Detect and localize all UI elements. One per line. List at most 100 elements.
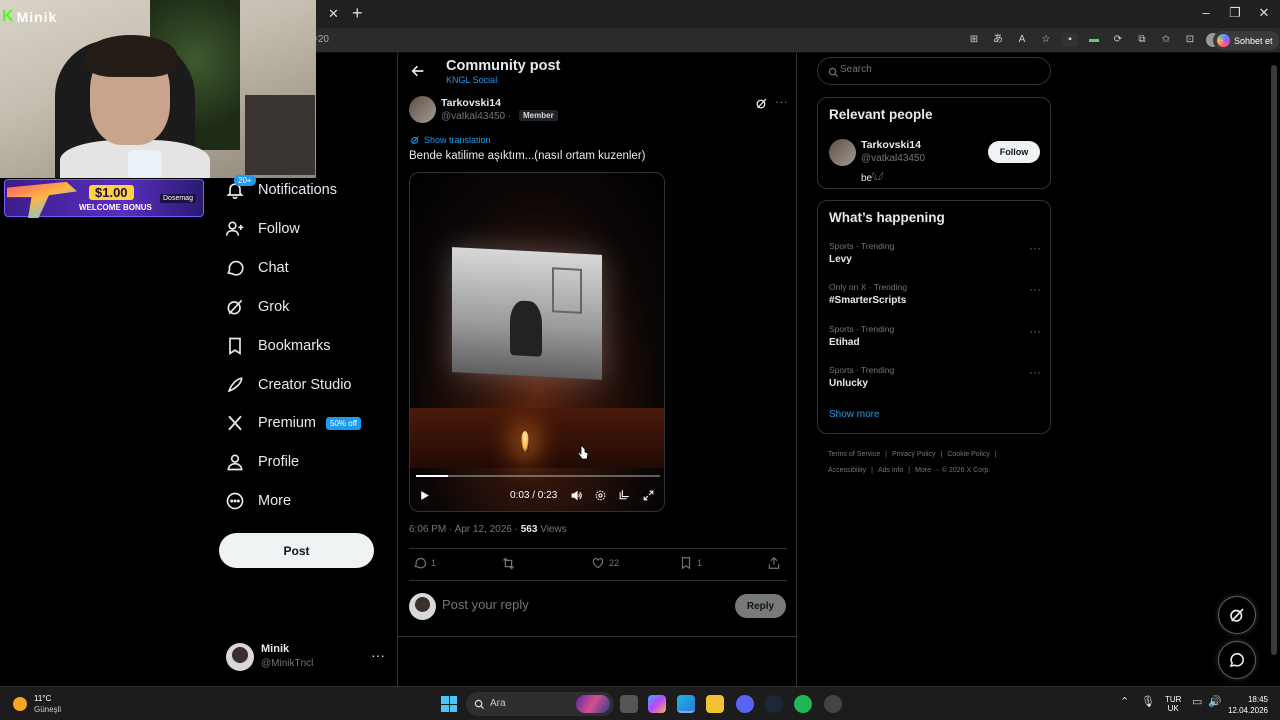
community-link[interactable]: KNGL Social [446, 75, 497, 85]
cookie-link[interactable]: Cookie Policy [947, 451, 989, 458]
card-title: Relevant people [829, 107, 933, 122]
sun-icon[interactable] [13, 697, 27, 711]
search-box[interactable] [817, 57, 1051, 85]
post-more-icon[interactable]: ··· [775, 94, 788, 109]
person-name[interactable]: Tarkovski14 [861, 139, 921, 151]
nav-item-chat[interactable]: Chat [224, 255, 289, 281]
nav-item-more[interactable]: More [224, 488, 291, 514]
person-handle[interactable]: @vatkal43450 [861, 153, 925, 164]
play-icon[interactable] [418, 489, 432, 503]
network-icon[interactable]: ▭ [1192, 695, 1202, 708]
nav-item-notifications[interactable]: 20+ Notifications [224, 175, 337, 203]
show-more-link[interactable]: Show more [829, 409, 880, 420]
edge-icon[interactable] [677, 695, 695, 713]
reply-action[interactable]: 1 [413, 556, 436, 570]
trend-more-icon[interactable]: ··· [1029, 324, 1041, 338]
post-button[interactable]: Post [219, 533, 374, 568]
trend-item[interactable]: Sports · Trending Etihad ··· [829, 324, 1041, 354]
trend-item[interactable]: Sports · Trending Levy ··· [829, 241, 1041, 271]
input-language[interactable]: TUR UK [1165, 695, 1181, 713]
copilot-button[interactable]: Sohbet et [1213, 31, 1279, 50]
app-icon[interactable] [824, 695, 842, 713]
terms-link[interactable]: Terms of Service [828, 451, 880, 458]
video-player[interactable]: 0:03 / 0:23 [409, 172, 665, 512]
reply-button[interactable]: Reply [735, 594, 786, 618]
follow-button[interactable]: Follow [988, 141, 1040, 163]
nav-item-profile[interactable]: Profile [224, 449, 299, 475]
fullscreen-icon[interactable] [642, 489, 656, 503]
nav-item-premium[interactable]: Premium 50% off [224, 410, 361, 436]
task-view-icon[interactable] [620, 695, 638, 713]
discord-icon[interactable] [736, 695, 754, 713]
bookmark-action[interactable]: 1 [679, 556, 702, 570]
collections-icon[interactable]: ⊡ [1182, 33, 1198, 47]
extensions-icon[interactable]: ⧉ [1134, 33, 1150, 47]
ads-info-link[interactable]: Ads info [878, 467, 903, 474]
trend-more-icon[interactable]: ··· [1029, 365, 1041, 379]
repost-action[interactable] [501, 556, 520, 571]
nav-item-bookmarks[interactable]: Bookmarks [224, 333, 331, 359]
extension-icon[interactable]: ▪ [1062, 33, 1078, 47]
page-scrollbar[interactable] [1268, 53, 1280, 686]
author-name[interactable]: Tarkovski14 [441, 97, 501, 109]
trend-item[interactable]: Sports · Trending Unlucky ··· [829, 365, 1041, 395]
weather-temperature[interactable]: 11°C [34, 694, 51, 703]
windows-start-icon[interactable] [441, 696, 457, 712]
copilot-app-icon[interactable] [648, 695, 666, 713]
privacy-link[interactable]: Privacy Policy [892, 451, 936, 458]
chat-icon [224, 257, 246, 279]
tray-chevron-icon[interactable]: ⌃ [1120, 695, 1129, 708]
video-progress-bar[interactable] [416, 475, 660, 477]
volume-icon[interactable]: 🔊 [1208, 695, 1222, 708]
show-translation-link[interactable]: Show translation [410, 135, 491, 145]
apps-icon[interactable]: ⊞ [966, 33, 982, 47]
weather-description[interactable]: Güneşli [34, 705, 61, 714]
footer-links: Terms of Service | Privacy Policy | Cookie P… [828, 451, 997, 474]
battery-extension-icon[interactable]: ▬ [1086, 33, 1102, 47]
nav-item-follow[interactable]: Follow [224, 216, 300, 242]
spotify-icon[interactable] [794, 695, 812, 713]
grok-explain-icon[interactable] [755, 97, 769, 111]
footer-more-link[interactable]: More ··· [915, 467, 940, 474]
back-arrow-icon[interactable] [410, 63, 426, 79]
grok-fab-button[interactable] [1218, 596, 1256, 634]
translate-icon[interactable]: あ [990, 33, 1006, 47]
accessibility-link[interactable]: Accessibility [828, 467, 866, 474]
trend-item[interactable]: Only on X · Trending #SmarterScripts ··· [829, 282, 1041, 312]
author-handle[interactable]: @vatkal43450 · [441, 111, 511, 122]
microphone-icon[interactable]: 🎙 [1141, 695, 1155, 708]
nav-item-creator-studio[interactable]: Creator Studio [224, 372, 352, 398]
minimize-icon[interactable]: – [1196, 5, 1216, 20]
trend-more-icon[interactable]: ··· [1029, 282, 1041, 296]
reply-input[interactable] [442, 597, 722, 612]
settings-icon[interactable] [594, 489, 608, 503]
author-avatar[interactable] [409, 96, 436, 123]
like-action[interactable]: 22 [591, 556, 619, 570]
share-action[interactable] [767, 556, 781, 570]
account-more-icon[interactable]: ··· [371, 647, 385, 663]
refresh-extension-icon[interactable]: ⟳ [1110, 33, 1126, 47]
account-switcher[interactable]: Minik @MinikTncl ··· [226, 641, 386, 673]
new-tab-icon[interactable]: + [352, 3, 363, 24]
favorite-icon[interactable]: ☆ [1038, 33, 1054, 47]
scrollbar-thumb[interactable] [1271, 65, 1277, 655]
tab-close-icon[interactable]: ✕ [328, 6, 339, 22]
steam-icon[interactable] [765, 695, 783, 713]
chat-fab-button[interactable] [1218, 641, 1256, 679]
avatar[interactable] [829, 139, 856, 166]
trend-more-icon[interactable]: ··· [1029, 241, 1041, 255]
volume-icon[interactable] [570, 489, 584, 503]
search-input[interactable] [840, 64, 1040, 75]
favorites-icon[interactable]: ✩ [1158, 33, 1174, 47]
window-close-icon[interactable]: ✕ [1254, 5, 1274, 21]
nav-item-grok[interactable]: Grok [224, 294, 289, 320]
read-aloud-icon[interactable]: A [1014, 33, 1030, 47]
maximize-icon[interactable]: ❐ [1225, 5, 1245, 21]
file-explorer-icon[interactable] [706, 695, 724, 713]
pip-icon[interactable] [618, 489, 632, 503]
system-clock[interactable]: 18:45 12.04.2026 [1226, 694, 1268, 716]
taskbar-search[interactable]: Ara [466, 692, 614, 716]
premium-discount-badge: 50% off [326, 416, 361, 430]
view-count: 563 [520, 524, 538, 535]
video-time: 0:03 / 0:23 [510, 490, 558, 501]
